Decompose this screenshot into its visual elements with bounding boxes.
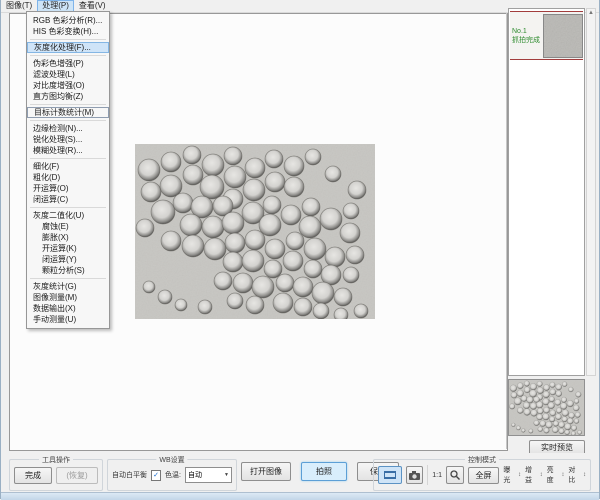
capture-meta-line2: 抓拍完成	[512, 36, 543, 45]
brightness-label: 亮度	[547, 465, 561, 485]
restore-button[interactable]: (恢复)	[56, 467, 98, 484]
menu-item-sharpen[interactable]: 锐化处理(S)...	[27, 134, 109, 145]
preview-thumbnail	[509, 380, 584, 435]
process-dropdown-menu: RGB 色彩分析(R)... HIS 色彩变换(H)... 灰度化处理(F)..…	[26, 11, 110, 329]
gain-adjuster[interactable]: 增益 ↕	[525, 465, 543, 485]
menu-item-grayscale[interactable]: 灰度化处理(F)...	[27, 42, 109, 53]
bottom-toolbar: 工具操作 完成 (恢复) WB设置 自动白平衡 ✓ 色温: 自动 ▼ 打开图像 …	[1, 453, 599, 492]
menu-separator	[30, 104, 106, 105]
capture-meta-line1: No.1	[512, 27, 543, 36]
gain-label: 增益	[525, 465, 539, 485]
menu-item-pseudocolor[interactable]: 伪彩色增强(P)	[27, 58, 109, 69]
micrograph-image	[135, 144, 375, 319]
white-balance-group: WB设置 自动白平衡 ✓ 色温: 自动 ▼	[107, 459, 237, 491]
menu-separator	[30, 158, 106, 159]
menu-item-erode[interactable]: 腐蚀(E)	[27, 221, 109, 232]
menu-item-edge[interactable]: 边缘检测(N)...	[27, 123, 109, 134]
menu-item-measure[interactable]: 图像测量(M)	[27, 292, 109, 303]
menu-item-thin[interactable]: 细化(F)	[27, 161, 109, 172]
panel-divider	[506, 13, 507, 449]
control-mode-group: 控制模式 1:1 全屏 曝光 ↕ 增益 ↕ 亮度	[373, 459, 591, 491]
tools-group-label: 工具操作	[39, 455, 73, 465]
menu-item-close-op2[interactable]: 闭运算(Y)	[27, 254, 109, 265]
menu-separator	[30, 55, 106, 56]
fullscreen-button[interactable]: 全屏	[468, 467, 500, 484]
auto-wb-checkbox[interactable]: ✓	[151, 470, 161, 481]
menu-item-thicken[interactable]: 粗化(D)	[27, 172, 109, 183]
updown-icon: ↕	[561, 472, 564, 478]
tools-group: 工具操作 完成 (恢复)	[9, 459, 103, 491]
menu-item-filter[interactable]: 滤波处理(L)	[27, 69, 109, 80]
menu-separator	[30, 278, 106, 279]
color-temp-select[interactable]: 自动 ▼	[185, 467, 232, 483]
updown-icon: ↕	[518, 472, 521, 478]
menu-item-contrast[interactable]: 对比度增强(O)	[27, 80, 109, 91]
auto-wb-label: 自动白平衡	[112, 470, 147, 480]
menu-item-binarize[interactable]: 灰度二值化(U)	[27, 210, 109, 221]
done-button[interactable]: 完成	[14, 467, 52, 484]
open-image-button[interactable]: 打开图像	[241, 462, 291, 481]
menu-separator	[30, 39, 106, 40]
menu-item-count[interactable]: 目标计数统计(M)	[27, 107, 109, 118]
menu-item-manual-measure[interactable]: 手动测量(U)	[27, 314, 109, 325]
menu-item-rgb-analysis[interactable]: RGB 色彩分析(R)...	[27, 15, 109, 26]
snapshot-button[interactable]	[406, 466, 424, 484]
capture-meta: No.1 抓拍完成	[510, 27, 543, 45]
capture-thumbnail	[543, 14, 583, 58]
menu-item-histogram[interactable]: 直方图均衡(Z)	[27, 91, 109, 102]
menu-item-export[interactable]: 数据输出(X)	[27, 303, 109, 314]
menu-item-close-op[interactable]: 闭运算(C)	[27, 194, 109, 205]
app-window: { "menubar": { "items": [ {"label": "图像(…	[0, 0, 600, 499]
video-mode-button[interactable]	[378, 466, 402, 484]
menu-item-gray-stats[interactable]: 灰度统计(G)	[27, 281, 109, 292]
scroll-up-icon[interactable]: ▲	[587, 9, 595, 18]
menu-item-open-op2[interactable]: 开运算(K)	[27, 243, 109, 254]
zoom-button[interactable]	[446, 466, 464, 484]
menu-separator	[30, 120, 106, 121]
color-temp-value: 自动	[188, 470, 202, 480]
chevron-down-icon: ▼	[224, 472, 229, 478]
contrast-adjuster[interactable]: 对比 ↕	[568, 465, 586, 485]
brightness-adjuster[interactable]: 亮度 ↕	[547, 465, 565, 485]
capture-list-scrollbar[interactable]: ▲	[586, 8, 596, 376]
menu-item-blur[interactable]: 模糊处理(R)...	[27, 145, 109, 156]
color-temp-label: 色温:	[165, 470, 181, 480]
capture-list-item[interactable]: No.1 抓拍完成	[510, 11, 583, 60]
mode-group-label: 控制模式	[465, 455, 499, 465]
exposure-adjuster[interactable]: 曝光 ↕	[503, 465, 521, 485]
menu-item-particle-analysis[interactable]: 颗粒分析(S)	[27, 265, 109, 276]
preview-box	[508, 379, 585, 436]
menu-separator	[30, 207, 106, 208]
contrast-label: 对比	[568, 465, 582, 485]
updown-icon: ↕	[583, 472, 586, 478]
wb-group-label: WB设置	[156, 455, 187, 465]
menu-item-his-transform[interactable]: HIS 色彩变换(H)...	[27, 26, 109, 37]
capture-button[interactable]: 拍照	[301, 462, 347, 481]
filmstrip-icon	[383, 470, 397, 480]
menu-item-dilate[interactable]: 膨胀(X)	[27, 232, 109, 243]
exposure-label: 曝光	[503, 465, 517, 485]
capture-list: No.1 抓拍完成	[508, 8, 585, 376]
updown-icon: ↕	[540, 472, 543, 478]
camera-icon	[409, 471, 420, 480]
menu-item-open-op[interactable]: 开运算(O)	[27, 183, 109, 194]
magnifier-icon	[450, 470, 460, 480]
toolbar-divider	[427, 465, 428, 485]
ratio-label: 1:1	[432, 472, 442, 479]
